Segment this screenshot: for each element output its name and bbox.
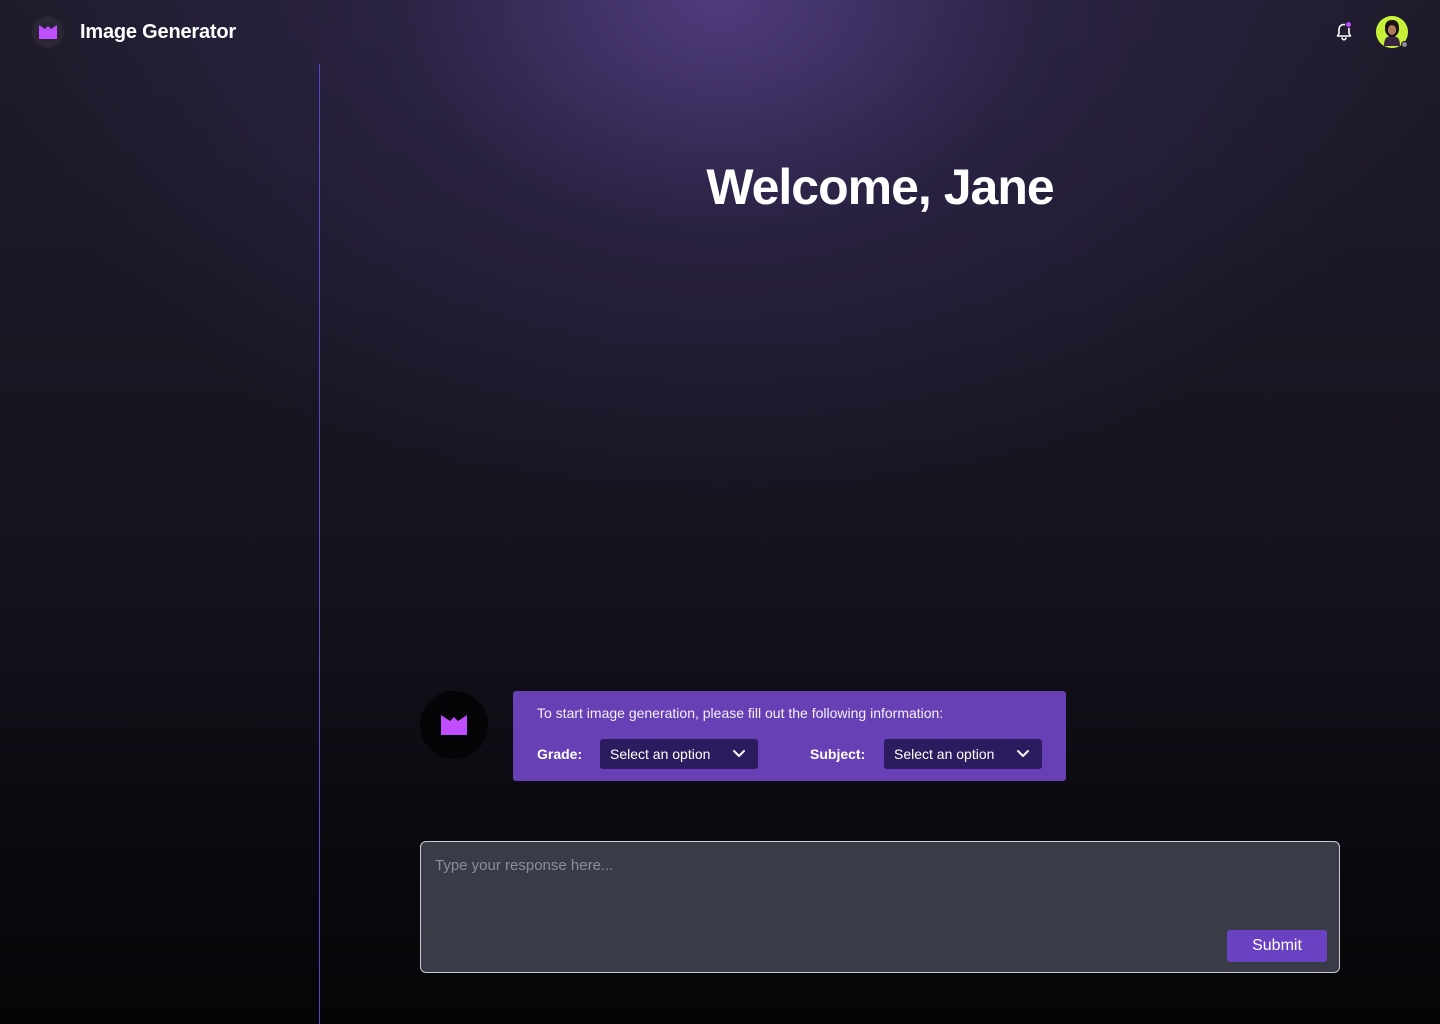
notification-badge	[1345, 21, 1352, 28]
bot-message-card: To start image generation, please fill o…	[513, 691, 1066, 781]
bot-message-text: To start image generation, please fill o…	[537, 705, 944, 721]
grade-select[interactable]: Select an option	[600, 739, 758, 769]
subject-select-value: Select an option	[894, 746, 995, 762]
page-title: Welcome, Jane	[706, 159, 1054, 215]
brand[interactable]: Image Generator	[32, 16, 236, 48]
top-bar: Image Generator	[0, 0, 1440, 64]
m-logo-icon	[441, 715, 467, 735]
submit-button[interactable]: Submit	[1227, 930, 1327, 962]
form-fields: Grade: Select an option Subject: Select …	[537, 739, 1042, 769]
bot-avatar	[420, 691, 488, 759]
bell-icon[interactable]	[1334, 21, 1354, 42]
response-box: Submit	[420, 841, 1340, 973]
chevron-down-icon	[1017, 750, 1029, 757]
response-input[interactable]	[421, 842, 1339, 972]
grade-select-value: Select an option	[610, 746, 711, 762]
grade-label: Grade:	[537, 746, 583, 762]
subject-label: Subject:	[810, 746, 866, 762]
app-title: Image Generator	[80, 20, 236, 43]
chevron-down-icon	[733, 750, 745, 757]
m-logo-icon	[32, 16, 64, 48]
status-indicator	[1401, 41, 1408, 48]
subject-select[interactable]: Select an option	[884, 739, 1042, 769]
